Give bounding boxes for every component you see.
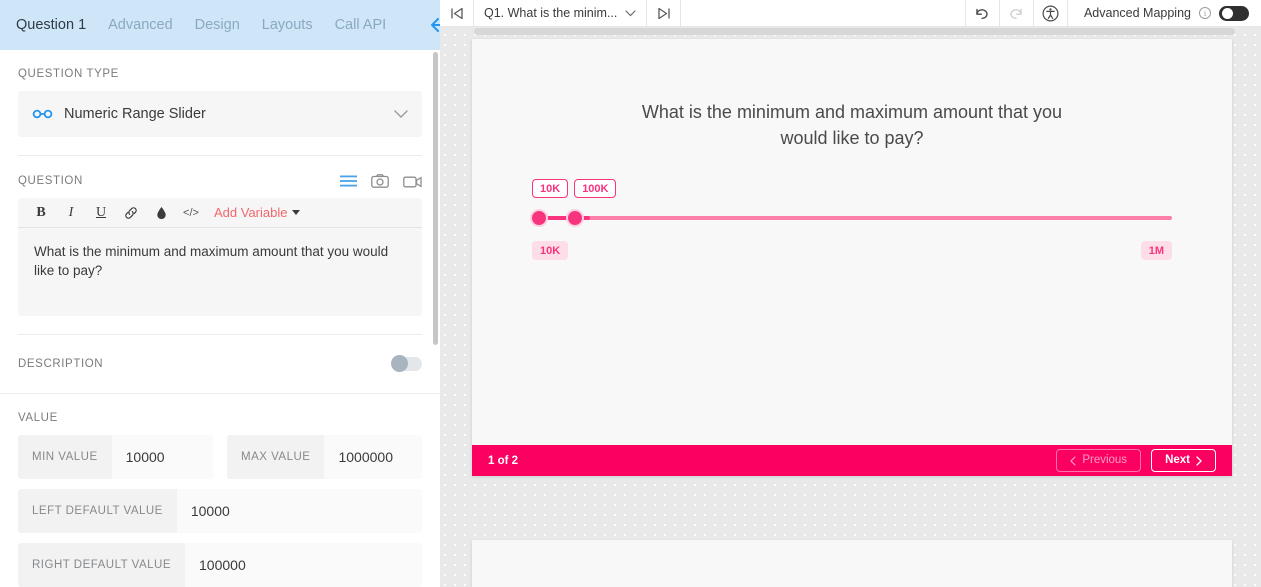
max-value-field: MAX VALUE 1000000: [227, 435, 422, 479]
italic-button[interactable]: I: [56, 199, 86, 227]
question-section-header: QUESTION: [18, 174, 422, 188]
question-text-input[interactable]: What is the minimum and maximum amount t…: [18, 228, 422, 316]
tab-layouts[interactable]: Layouts: [262, 17, 313, 33]
slider-track-row[interactable]: [530, 207, 1172, 229]
min-value-input[interactable]: 10000: [112, 435, 213, 479]
underline-button[interactable]: U: [86, 199, 116, 227]
min-value-field: MIN VALUE 10000: [18, 435, 213, 479]
info-icon[interactable]: i: [1199, 7, 1211, 19]
question-type-section: QUESTION TYPE Numeric Range Slider: [0, 50, 440, 156]
question-type-label: QUESTION TYPE: [18, 68, 119, 80]
advanced-mapping-toggle[interactable]: [1219, 5, 1249, 21]
question-type-dropdown[interactable]: Numeric Range Slider: [18, 91, 422, 137]
question-rich-text-editor: B I U </> Add Variable What is the minim…: [18, 198, 422, 316]
code-button[interactable]: </>: [176, 199, 206, 227]
redo-icon[interactable]: [1000, 0, 1034, 26]
survey-nav-buttons: Previous Next: [1056, 449, 1216, 472]
question-section: QUESTION B I U </> Add Variable What is …: [0, 156, 440, 335]
survey-next-card: [472, 540, 1232, 587]
link-icon[interactable]: [116, 199, 146, 227]
slider-right-value-badge: 100K: [574, 179, 617, 198]
toggle-knob: [1222, 7, 1233, 19]
survey-footer: 1 of 2 Previous Next: [472, 445, 1232, 476]
text-lines-icon[interactable]: [340, 175, 357, 187]
description-section: DESCRIPTION: [0, 335, 440, 393]
question-type-value: Numeric Range Slider: [64, 106, 206, 122]
accessibility-icon[interactable]: [1034, 0, 1068, 26]
max-value-label: MAX VALUE: [227, 435, 325, 479]
slider-left-handle[interactable]: [530, 209, 548, 227]
skip-to-end-icon[interactable]: [647, 0, 682, 26]
next-label: Next: [1165, 454, 1190, 466]
survey-question-text: What is the minimum and maximum amount t…: [641, 102, 1063, 148]
survey-question-card: What is the minimum and maximum amount t…: [472, 39, 1232, 476]
editor-tabbar: Question 1 Advanced Design Layouts Call …: [0, 0, 440, 50]
toggle-knob: [391, 355, 408, 372]
chevron-right-icon: [1196, 455, 1202, 466]
question-editor-panel: Question 1 Advanced Design Layouts Call …: [0, 0, 440, 587]
page-counter: 1 of 2: [488, 454, 519, 467]
tab-advanced[interactable]: Advanced: [108, 17, 173, 33]
right-default-row: RIGHT DEFAULT VALUE 100000: [18, 543, 422, 587]
question-preview-select[interactable]: Q1. What is the minim...: [474, 0, 648, 26]
right-default-value-field: RIGHT DEFAULT VALUE 100000: [18, 543, 422, 587]
left-default-value-field: LEFT DEFAULT VALUE 10000: [18, 489, 422, 533]
next-button[interactable]: Next: [1151, 449, 1216, 472]
tab-question-1[interactable]: Question 1: [16, 17, 86, 33]
numeric-range-slider-icon: [32, 109, 58, 119]
left-default-value-input[interactable]: 10000: [177, 489, 422, 533]
tab-call-api[interactable]: Call API: [335, 17, 387, 33]
droplet-icon[interactable]: [146, 199, 176, 227]
previous-button[interactable]: Previous: [1056, 449, 1142, 472]
chevron-left-icon: [1070, 455, 1076, 466]
question-media-icons: [340, 174, 422, 188]
add-variable-dropdown[interactable]: Add Variable: [214, 205, 301, 220]
arrow-left-icon[interactable]: [430, 12, 440, 38]
survey-preview-panel: Q1. What is the minim... Advanced Mappin…: [440, 0, 1261, 587]
app-root: Question 1 Advanced Design Layouts Call …: [0, 0, 1261, 587]
advanced-mapping-control: Advanced Mapping i: [1068, 0, 1261, 26]
slider-track[interactable]: [532, 216, 1172, 220]
description-toggle[interactable]: [391, 355, 422, 372]
slider-end-labels: 10K 1M: [532, 241, 1172, 260]
left-default-value-label: LEFT DEFAULT VALUE: [18, 489, 177, 533]
slider-min-label: 10K: [532, 241, 569, 260]
previous-label: Previous: [1082, 454, 1128, 466]
camera-icon[interactable]: [371, 174, 389, 188]
preview-toolbar: Q1. What is the minim... Advanced Mappin…: [440, 0, 1261, 27]
right-default-value-label: RIGHT DEFAULT VALUE: [18, 543, 186, 587]
left-panel-scrollbar[interactable]: [433, 52, 438, 345]
left-default-row: LEFT DEFAULT VALUE 10000: [18, 489, 422, 533]
value-section: VALUE MIN VALUE 10000 MAX VALUE 1000000 …: [0, 394, 440, 587]
bold-button[interactable]: B: [26, 199, 56, 227]
video-icon[interactable]: [403, 175, 422, 188]
numeric-range-slider: 10K 100K 10K 1M: [530, 179, 1172, 260]
toolbar-spacer: [681, 0, 966, 26]
min-value-label: MIN VALUE: [18, 435, 112, 479]
undo-icon[interactable]: [966, 0, 1000, 26]
chevron-down-icon: [625, 9, 636, 17]
value-label: VALUE: [18, 412, 58, 424]
description-label: DESCRIPTION: [18, 358, 104, 370]
question-label: QUESTION: [18, 175, 83, 187]
max-value-input[interactable]: 1000000: [324, 435, 422, 479]
advanced-mapping-label: Advanced Mapping: [1083, 6, 1191, 20]
skip-to-start-icon[interactable]: [440, 0, 474, 26]
right-default-value-input[interactable]: 100000: [185, 543, 422, 587]
add-variable-label: Add Variable: [214, 205, 288, 220]
min-max-row: MIN VALUE 10000 MAX VALUE 1000000: [18, 435, 422, 479]
slider-left-value-badge: 10K: [532, 179, 569, 198]
caret-down-icon: [292, 210, 301, 215]
survey-card-body: What is the minimum and maximum amount t…: [472, 39, 1232, 445]
chevron-down-icon: [394, 109, 408, 119]
slider-value-badges: 10K 100K: [532, 179, 1172, 198]
preview-horizontal-scrollbar[interactable]: [474, 28, 1235, 35]
value-fields: MIN VALUE 10000 MAX VALUE 1000000 LEFT D…: [18, 435, 422, 587]
question-preview-select-value: Q1. What is the minim...: [484, 6, 618, 20]
tab-design[interactable]: Design: [195, 17, 240, 33]
slider-max-label: 1M: [1140, 241, 1172, 260]
slider-right-handle[interactable]: [566, 209, 584, 227]
editor-toolbar: B I U </> Add Variable: [18, 198, 422, 228]
